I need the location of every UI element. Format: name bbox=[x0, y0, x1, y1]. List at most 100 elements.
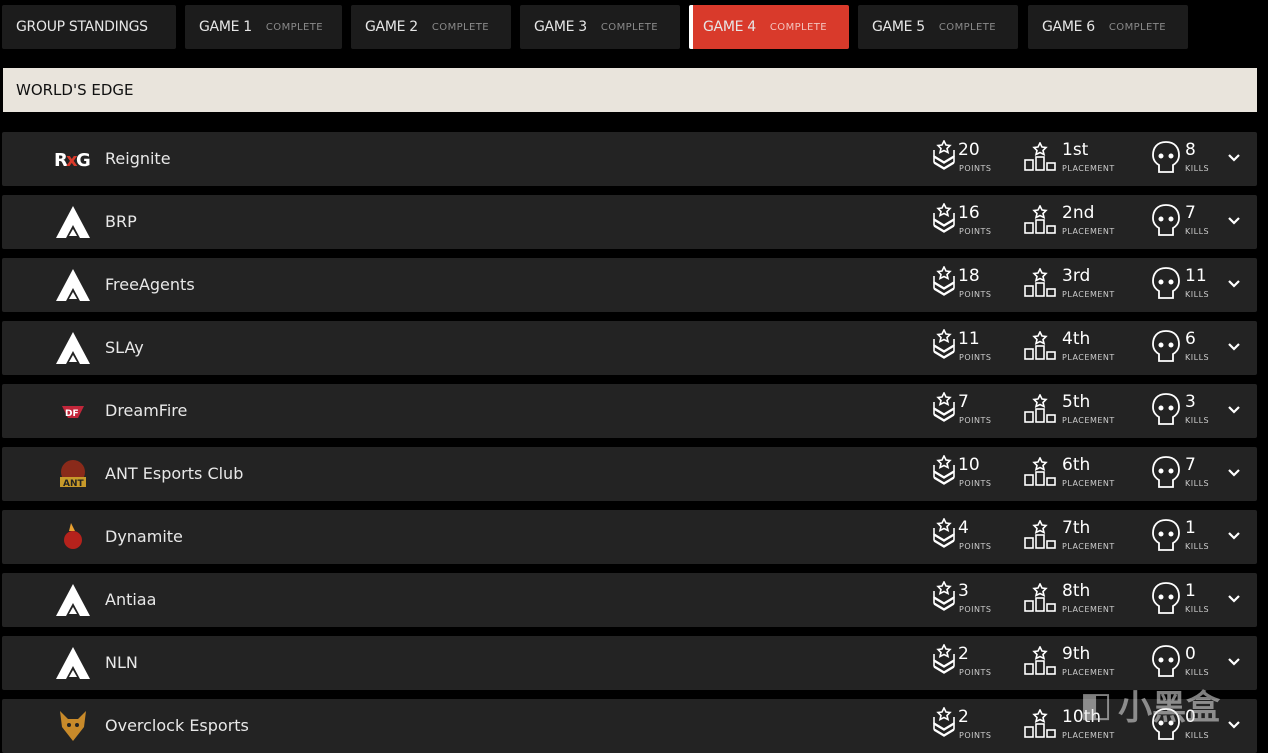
points-chevron-icon bbox=[933, 329, 955, 359]
expand-chevron-icon[interactable] bbox=[1226, 465, 1242, 481]
points-label: POINTS bbox=[959, 416, 992, 425]
kills-value: 0 bbox=[1185, 644, 1196, 664]
points-chevron-icon bbox=[933, 707, 955, 737]
expand-chevron-icon[interactable] bbox=[1226, 339, 1242, 355]
points-chevron-icon bbox=[933, 581, 955, 611]
kills-label: KILLS bbox=[1185, 605, 1210, 614]
expand-chevron-icon[interactable] bbox=[1226, 276, 1242, 292]
points-chevron-icon bbox=[933, 644, 955, 674]
points-stat: 16 POINTS bbox=[932, 203, 1012, 243]
expand-chevron-icon[interactable] bbox=[1226, 150, 1242, 166]
team-row[interactable]: ANT ANT Esports Club 10 POINTS 6th PLACE… bbox=[2, 447, 1257, 501]
team-row[interactable]: RxG Reignite 20 POINTS 1st PLACEMENT 8 K… bbox=[2, 132, 1257, 186]
placement-stat: 2nd PLACEMENT bbox=[1024, 203, 1134, 243]
kills-value: 1 bbox=[1185, 518, 1196, 538]
points-label: POINTS bbox=[959, 542, 992, 551]
tab-game-1[interactable]: GAME 1 COMPLETE bbox=[185, 5, 342, 49]
skull-icon bbox=[1152, 204, 1180, 236]
kills-label: KILLS bbox=[1185, 731, 1210, 740]
team-logo bbox=[54, 584, 92, 616]
placement-label: PLACEMENT bbox=[1062, 353, 1115, 362]
placement-label: PLACEMENT bbox=[1062, 605, 1115, 614]
team-row[interactable]: DF DreamFire 7 POINTS 5th PLACEMENT 3 KI… bbox=[2, 384, 1257, 438]
kills-label: KILLS bbox=[1185, 353, 1210, 362]
kills-label: KILLS bbox=[1185, 542, 1210, 551]
expand-chevron-icon[interactable] bbox=[1226, 213, 1242, 229]
tab-game-5[interactable]: GAME 5 COMPLETE bbox=[858, 5, 1018, 49]
tab-status: COMPLETE bbox=[431, 21, 489, 33]
points-value: 18 bbox=[958, 266, 980, 286]
watermark: ◧ 小黑盒 bbox=[1080, 680, 1220, 729]
team-row[interactable]: SLAy 11 POINTS 4th PLACEMENT 6 KILLS bbox=[2, 321, 1257, 375]
expand-chevron-icon[interactable] bbox=[1226, 717, 1242, 733]
team-row[interactable]: Antiaa 3 POINTS 8th PLACEMENT 1 KILLS bbox=[2, 573, 1257, 627]
placement-label: PLACEMENT bbox=[1062, 290, 1115, 299]
placement-label: PLACEMENT bbox=[1062, 731, 1115, 740]
points-label: POINTS bbox=[959, 227, 992, 236]
kills-value: 7 bbox=[1185, 455, 1196, 475]
team-name: FreeAgents bbox=[105, 275, 195, 294]
team-logo: ANT bbox=[54, 458, 92, 490]
tab-title: GAME 5 bbox=[872, 19, 925, 35]
podium-icon bbox=[1024, 709, 1056, 738]
points-label: POINTS bbox=[959, 479, 992, 488]
tab-game-6[interactable]: GAME 6 COMPLETE bbox=[1028, 5, 1188, 49]
team-logo bbox=[54, 269, 92, 301]
placement-value: 1st bbox=[1062, 140, 1089, 160]
tab-game-2[interactable]: GAME 2 COMPLETE bbox=[351, 5, 511, 49]
kills-label: KILLS bbox=[1185, 416, 1210, 425]
points-stat: 18 POINTS bbox=[932, 266, 1012, 306]
svg-text:DF: DF bbox=[65, 409, 79, 419]
kills-stat: 11 KILLS bbox=[1151, 266, 1221, 306]
kills-value: 3 bbox=[1185, 392, 1196, 412]
placement-stat: 5th PLACEMENT bbox=[1024, 392, 1134, 432]
kills-label: KILLS bbox=[1185, 227, 1210, 236]
podium-icon bbox=[1024, 268, 1056, 297]
kills-stat: 6 KILLS bbox=[1151, 329, 1221, 369]
expand-chevron-icon[interactable] bbox=[1226, 654, 1242, 670]
placement-label: PLACEMENT bbox=[1062, 479, 1115, 488]
placement-stat: 8th PLACEMENT bbox=[1024, 581, 1134, 621]
tab-game-3[interactable]: GAME 3 COMPLETE bbox=[520, 5, 680, 49]
team-row[interactable]: BRP 16 POINTS 2nd PLACEMENT 7 KILLS bbox=[2, 195, 1257, 249]
expand-chevron-icon[interactable] bbox=[1226, 528, 1242, 544]
team-row[interactable]: NLN 2 POINTS 9th PLACEMENT 0 KILLS bbox=[2, 636, 1257, 690]
placement-label: PLACEMENT bbox=[1062, 416, 1115, 425]
points-label: POINTS bbox=[959, 164, 992, 173]
team-logo: RxG bbox=[54, 143, 92, 175]
svg-text:ANT: ANT bbox=[63, 479, 84, 489]
kills-value: 11 bbox=[1185, 266, 1207, 286]
placement-stat: 1st PLACEMENT bbox=[1024, 140, 1134, 180]
points-value: 2 bbox=[958, 707, 969, 727]
team-logo bbox=[54, 647, 92, 679]
skull-icon bbox=[1152, 141, 1180, 173]
podium-icon bbox=[1024, 205, 1056, 234]
placement-label: PLACEMENT bbox=[1062, 227, 1115, 236]
placement-value: 4th bbox=[1062, 329, 1091, 349]
placement-label: PLACEMENT bbox=[1062, 542, 1115, 551]
points-stat: 7 POINTS bbox=[932, 392, 1012, 432]
placement-label: PLACEMENT bbox=[1062, 164, 1115, 173]
expand-chevron-icon[interactable] bbox=[1226, 402, 1242, 418]
skull-icon bbox=[1152, 456, 1180, 488]
points-chevron-icon bbox=[933, 203, 955, 233]
points-stat: 10 POINTS bbox=[932, 455, 1012, 495]
expand-chevron-icon[interactable] bbox=[1226, 591, 1242, 607]
tab-group-standings[interactable]: GROUP STANDINGS bbox=[2, 5, 176, 49]
skull-icon bbox=[1152, 393, 1180, 425]
team-logo bbox=[54, 521, 92, 553]
team-logo bbox=[54, 332, 92, 364]
points-label: POINTS bbox=[959, 353, 992, 362]
team-logo: DF bbox=[54, 395, 92, 427]
team-row[interactable]: Dynamite 4 POINTS 7th PLACEMENT 1 KILLS bbox=[2, 510, 1257, 564]
podium-icon bbox=[1024, 394, 1056, 423]
tab-game-4[interactable]: GAME 4 COMPLETE bbox=[689, 5, 849, 49]
placement-value: 5th bbox=[1062, 392, 1091, 412]
placement-stat: 3rd PLACEMENT bbox=[1024, 266, 1134, 306]
team-row[interactable]: FreeAgents 18 POINTS 3rd PLACEMENT 11 KI… bbox=[2, 258, 1257, 312]
kills-stat: 1 KILLS bbox=[1151, 581, 1221, 621]
team-logo bbox=[54, 710, 92, 742]
team-row[interactable]: Overclock Esports 2 POINTS 10th PLACEMEN… bbox=[2, 699, 1257, 753]
points-chevron-icon bbox=[933, 518, 955, 548]
placement-value: 6th bbox=[1062, 455, 1091, 475]
